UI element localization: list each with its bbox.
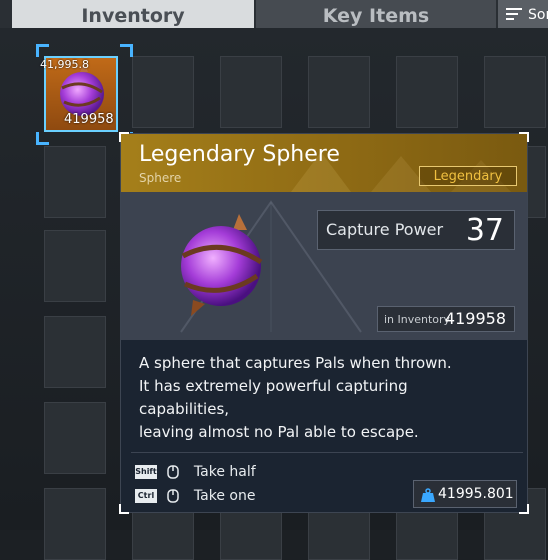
slot-count: 419958 — [64, 112, 114, 127]
hint-take-one: Ctrl Take one — [135, 488, 255, 504]
tab-inventory[interactable]: Inventory — [12, 0, 254, 28]
hint-label: Take one — [193, 488, 256, 504]
total-weight-box: 41995.801 — [413, 480, 517, 508]
tooltip-corner — [119, 132, 129, 142]
capture-power-value: 37 — [465, 213, 504, 248]
tooltip-corner — [119, 504, 129, 514]
inventory-slot[interactable] — [44, 488, 106, 560]
shift-key-icon: Shift — [135, 465, 157, 479]
tooltip-corner — [519, 132, 529, 142]
inventory-slot[interactable] — [220, 56, 282, 128]
item-title: Legendary Sphere — [139, 142, 340, 167]
tab-bar: Inventory Key Items Sor — [0, 0, 548, 28]
tooltip-corner — [519, 504, 529, 514]
description-line: A sphere that captures Pals when thrown. — [139, 354, 452, 372]
description-line: capabilities, — [139, 400, 230, 418]
tooltip-header: Legendary Sphere Sphere Legendary — [121, 134, 527, 192]
slot-weight: 41,995.8 — [40, 58, 89, 71]
mouse-icon — [167, 465, 180, 479]
selection-bracket — [36, 44, 49, 57]
selection-bracket — [120, 44, 133, 57]
sort-label: Sor — [528, 7, 548, 23]
in-inventory-box: in Inventory 419958 — [377, 306, 515, 332]
rarity-badge: Legendary — [419, 166, 517, 186]
total-weight-value: 41995.801 — [438, 486, 514, 502]
inventory-slot[interactable] — [44, 402, 106, 474]
hint-take-half: Shift Take half — [135, 464, 256, 480]
capture-power-box: Capture Power 37 — [317, 210, 515, 250]
selection-bracket — [36, 132, 49, 145]
inventory-slot[interactable] — [132, 56, 194, 128]
in-inventory-label: in Inventory — [384, 313, 451, 326]
inventory-slot[interactable] — [44, 146, 106, 218]
description-line: leaving almost no Pal able to escape. — [139, 423, 419, 441]
divider — [131, 452, 523, 453]
inventory-slot[interactable] — [396, 56, 458, 128]
weight-icon — [421, 488, 435, 502]
mouse-icon — [167, 489, 180, 503]
item-tooltip: Legendary Sphere Sphere Legendary Captur… — [119, 132, 529, 514]
item-category: Sphere — [139, 171, 182, 185]
in-inventory-value: 419958 — [444, 309, 506, 328]
item-preview: Capture Power 37 in Inventory 419958 — [121, 192, 527, 340]
tab-key-items[interactable]: Key Items — [256, 0, 496, 28]
description-line: It has extremely powerful capturing — [139, 377, 408, 395]
sort-button[interactable]: Sor — [498, 0, 548, 28]
inventory-slot[interactable] — [308, 56, 370, 128]
sort-icon — [506, 8, 522, 20]
inventory-slot[interactable] — [484, 56, 546, 128]
item-description: A sphere that captures Pals when thrown.… — [139, 352, 519, 444]
inventory-slot[interactable] — [44, 316, 106, 388]
capture-power-label: Capture Power — [326, 220, 444, 239]
hint-label: Take half — [193, 464, 256, 480]
ctrl-key-icon: Ctrl — [135, 489, 157, 503]
inventory-slot[interactable] — [44, 230, 106, 302]
